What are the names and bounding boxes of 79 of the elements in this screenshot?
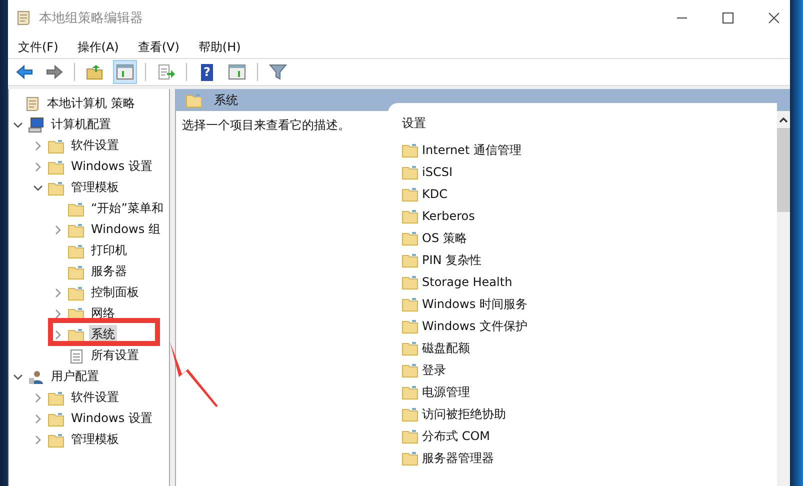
scrollbar-thumb[interactable] bbox=[777, 128, 790, 212]
folder-icon bbox=[68, 326, 84, 342]
folder-icon bbox=[402, 164, 418, 180]
tree-item[interactable]: Windows 组 bbox=[89, 220, 162, 239]
folder-icon bbox=[402, 296, 418, 312]
folder-icon bbox=[402, 362, 418, 378]
list-item[interactable]: Storage Health bbox=[422, 275, 512, 289]
scroll-icon bbox=[24, 96, 40, 112]
list-item[interactable]: Internet 通信管理 bbox=[422, 142, 522, 158]
tree-item[interactable]: 软件设置 bbox=[69, 136, 121, 155]
tree-item[interactable]: 服务器 bbox=[89, 262, 129, 281]
folder-icon bbox=[68, 242, 84, 258]
tree-item[interactable]: 控制面板 bbox=[89, 283, 141, 302]
list-item[interactable]: Windows 文件保护 bbox=[422, 318, 528, 334]
tree-item[interactable]: 软件设置 bbox=[69, 388, 121, 407]
menu-item[interactable]: 帮助(H) bbox=[198, 38, 241, 56]
folder-icon bbox=[402, 142, 418, 158]
folder-icon bbox=[402, 274, 418, 290]
folder-icon bbox=[48, 390, 64, 406]
folder-icon bbox=[402, 384, 418, 400]
description-text: 选择一个项目来查看它的描述。 bbox=[181, 117, 351, 134]
tree-item[interactable]: 管理模板 bbox=[69, 178, 121, 197]
tree-item[interactable]: 网络 bbox=[89, 304, 117, 323]
settings-list-icon bbox=[68, 348, 84, 364]
menu-item[interactable]: 文件(F) bbox=[18, 38, 58, 56]
folder-icon bbox=[68, 284, 84, 300]
list-item[interactable]: iSCSI bbox=[422, 165, 452, 179]
list-item[interactable]: PIN 复杂性 bbox=[422, 252, 482, 268]
folder-icon bbox=[48, 138, 64, 154]
list-item[interactable]: 服务器管理器 bbox=[422, 450, 494, 466]
list-item[interactable]: Windows 时间服务 bbox=[422, 296, 528, 312]
tree-item[interactable]: 计算机配置 bbox=[49, 115, 113, 134]
list-item[interactable]: 分布式 COM bbox=[422, 428, 490, 444]
list-item[interactable]: 登录 bbox=[422, 362, 446, 378]
folder-icon bbox=[48, 432, 64, 448]
column-header[interactable]: 设置 bbox=[402, 115, 777, 135]
menu-item[interactable]: 操作(A) bbox=[77, 38, 119, 56]
list-item[interactable]: OS 策略 bbox=[422, 230, 467, 246]
user-icon bbox=[28, 368, 44, 384]
list-item[interactable]: Kerberos bbox=[422, 209, 475, 223]
close-icon[interactable] bbox=[768, 12, 780, 24]
tree-item[interactable]: “开始”菜单和 bbox=[89, 199, 166, 218]
pane-toggle-icon[interactable] bbox=[113, 60, 137, 84]
folder-icon bbox=[402, 186, 418, 202]
tree-item[interactable]: Windows 设置 bbox=[69, 157, 154, 176]
folder-icon bbox=[402, 318, 418, 334]
tree-item[interactable]: 打印机 bbox=[89, 241, 129, 260]
list-item[interactable]: 磁盘配额 bbox=[422, 340, 470, 356]
list-item[interactable]: KDC bbox=[422, 187, 448, 201]
computer-icon bbox=[28, 116, 44, 132]
scroll-icon bbox=[15, 10, 31, 26]
scrollbar[interactable] bbox=[777, 111, 790, 486]
folder-icon bbox=[68, 222, 84, 238]
folder-icon bbox=[48, 180, 64, 196]
folder-icon bbox=[402, 406, 418, 422]
folder-icon bbox=[402, 428, 418, 444]
tree-item[interactable]: 用户配置 bbox=[49, 367, 101, 386]
folder-icon bbox=[402, 340, 418, 356]
list-item[interactable]: 电源管理 bbox=[422, 384, 470, 400]
help-button[interactable]: ? bbox=[195, 60, 219, 84]
folder-icon bbox=[186, 92, 202, 108]
tree-item[interactable]: 管理模板 bbox=[69, 430, 121, 449]
tree-item[interactable]: 本地计算机 策略 bbox=[45, 94, 137, 113]
folder-icon bbox=[402, 230, 418, 246]
window-title: 本地组策略编辑器 bbox=[39, 10, 143, 27]
folder-icon bbox=[68, 264, 84, 280]
folder-icon bbox=[68, 200, 84, 216]
folder-icon bbox=[402, 252, 418, 268]
menu-item[interactable]: 查看(V) bbox=[138, 38, 180, 56]
list-item[interactable]: 访问被拒绝协助 bbox=[422, 406, 506, 422]
pane-title: 系统 bbox=[214, 92, 238, 108]
folder-icon bbox=[48, 410, 64, 426]
tree-item[interactable]: Windows 设置 bbox=[69, 409, 154, 428]
maximize-icon[interactable] bbox=[722, 12, 734, 24]
folder-icon bbox=[48, 158, 64, 174]
tree-item[interactable]: 所有设置 bbox=[89, 346, 141, 365]
folder-icon bbox=[402, 208, 418, 224]
scroll-up-icon[interactable] bbox=[779, 117, 788, 123]
folder-icon bbox=[402, 450, 418, 466]
